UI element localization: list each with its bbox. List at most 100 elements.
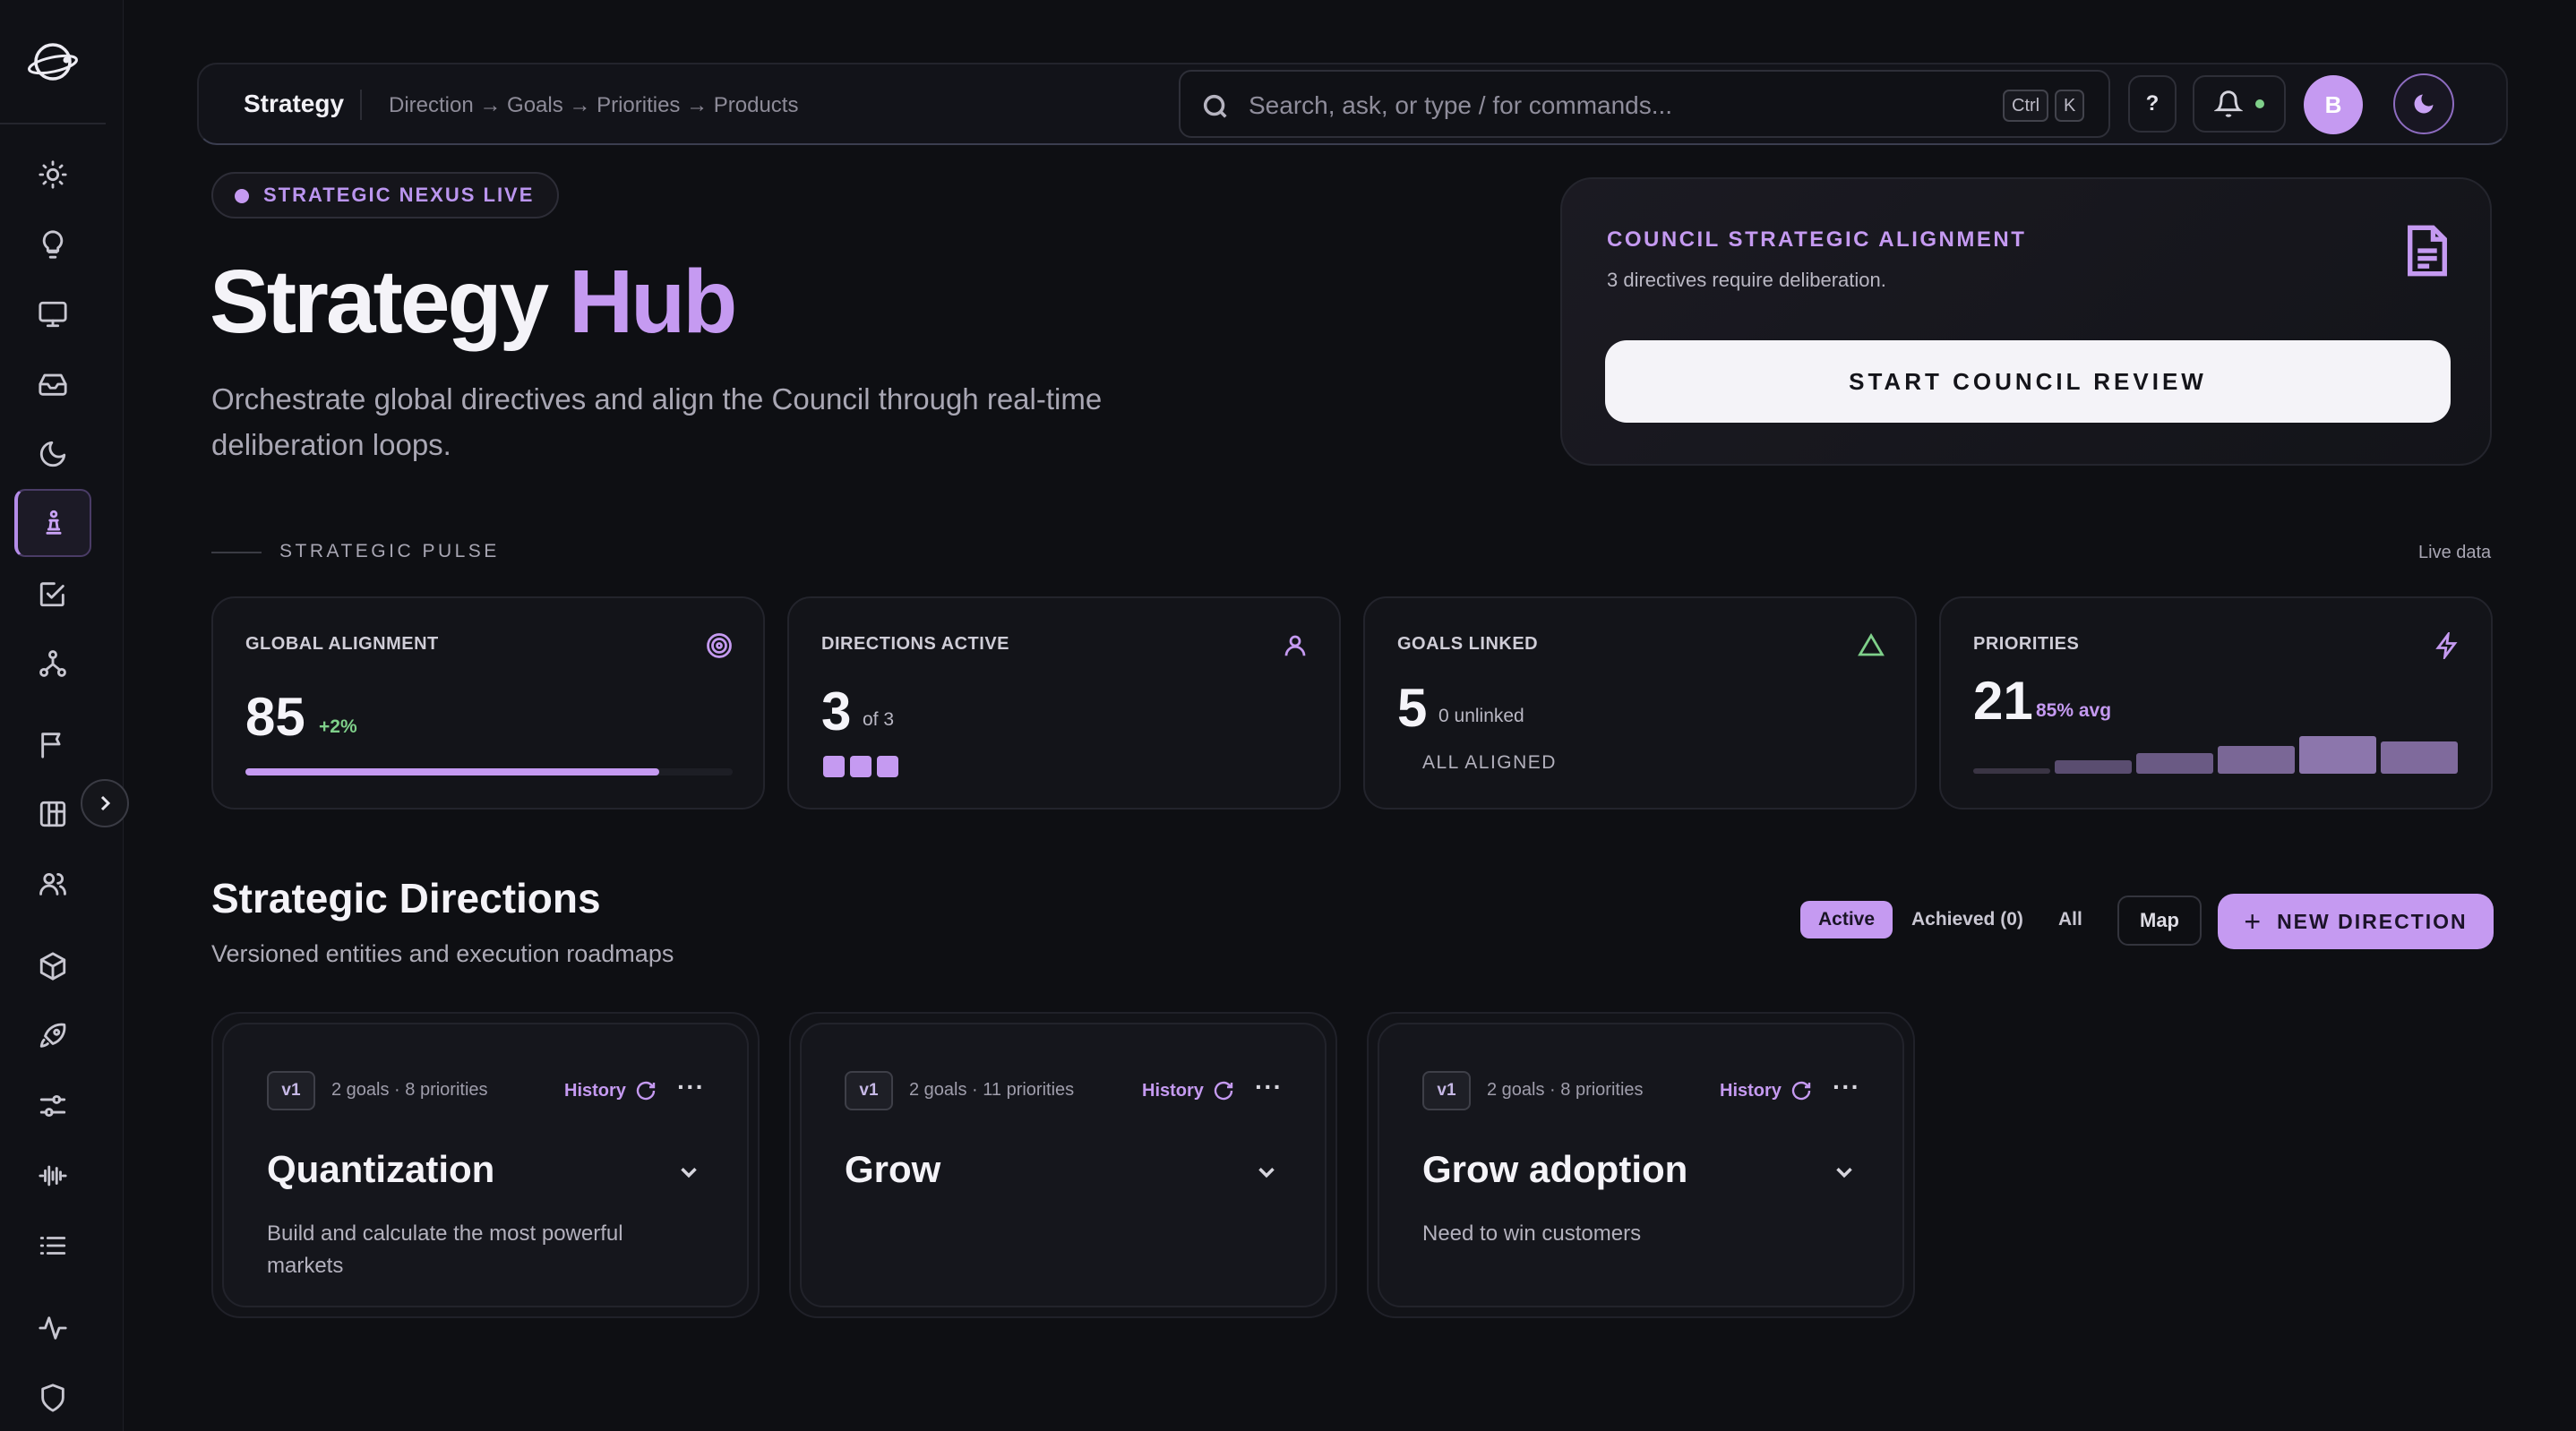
stat-value: 3 <box>821 681 852 741</box>
avatar[interactable]: B <box>2304 75 2363 134</box>
more-options-button[interactable]: ··· <box>1833 1073 1860 1101</box>
monitor-icon <box>39 301 67 328</box>
priorities-trend-bar <box>2381 741 2458 774</box>
theme-toggle-button[interactable] <box>2393 73 2454 134</box>
version-badge: v1 <box>845 1071 893 1110</box>
priorities-trend-bar <box>2055 760 2132 774</box>
stat-card-global-alignment: GLOBAL ALIGNMENT 85 +2% <box>211 596 765 810</box>
stat-sub: 85% avg <box>2036 700 2112 721</box>
council-title: COUNCIL STRATEGIC ALIGNMENT <box>1607 227 2027 252</box>
sidebar-item-strategy[interactable] <box>14 489 91 557</box>
sidebar-item-products[interactable] <box>32 946 73 987</box>
history-button[interactable]: History <box>1720 1080 1812 1101</box>
priorities-trend-bar <box>2299 736 2376 774</box>
sidebar-item-audio[interactable] <box>32 1155 73 1196</box>
flag-icon <box>41 733 61 758</box>
chevron-down-icon[interactable] <box>675 1159 702 1186</box>
direction-description: Build and calculate the most powerful ma… <box>267 1221 623 1278</box>
sidebar-item-night[interactable] <box>32 433 73 475</box>
bell-icon <box>2214 90 2243 117</box>
map-view-button[interactable]: Map <box>2117 895 2202 946</box>
chess-icon <box>46 510 62 535</box>
sidebar-item-activity[interactable] <box>32 1307 73 1349</box>
sidebar-item-network[interactable] <box>32 643 73 684</box>
version-badge: v1 <box>267 1071 315 1110</box>
search-icon <box>1203 94 1227 118</box>
strategic-pulse-label: STRATEGIC PULSE <box>279 541 500 561</box>
chevron-down-icon[interactable] <box>1831 1159 1858 1186</box>
stat-value: 21 <box>1973 671 2033 731</box>
sidebar-item-security[interactable] <box>32 1377 73 1418</box>
direction-indicator <box>850 756 872 777</box>
direction-card[interactable]: v1 2 goals · 8 priorities History ··· Qu… <box>211 1012 760 1318</box>
chevron-down-icon[interactable] <box>1253 1159 1280 1186</box>
list-icon <box>39 1237 66 1255</box>
filter-active[interactable]: Active <box>1800 901 1893 938</box>
start-council-review-button[interactable]: START COUNCIL REVIEW <box>1605 340 2451 423</box>
history-label: History <box>1142 1080 1204 1101</box>
version-badge: v1 <box>1422 1071 1471 1110</box>
direction-title: Grow adoption <box>1422 1148 1688 1190</box>
grid-icon <box>39 801 66 827</box>
triangle-icon <box>1858 633 1885 656</box>
stat-card-goals-linked: GOALS LINKED 5 0 unlinked ALL ALIGNED <box>1363 596 1917 810</box>
notifications-button[interactable] <box>2193 75 2286 133</box>
filter-achieved[interactable]: Achieved (0) <box>1893 901 2041 938</box>
sidebar-item-launch[interactable] <box>32 1015 73 1057</box>
moon-icon <box>39 441 66 467</box>
direction-meta: 2 goals · 8 priorities <box>331 1080 488 1100</box>
new-direction-button[interactable]: + NEW DIRECTION <box>2218 894 2494 949</box>
hero-title-accent: Hub <box>568 252 737 352</box>
sidebar-item-list[interactable] <box>32 1225 73 1266</box>
sidebar-item-monitor[interactable] <box>32 294 73 335</box>
sidebar-item-ideas[interactable] <box>32 224 73 265</box>
more-options-button[interactable]: ··· <box>677 1073 705 1101</box>
stat-note: ALL ALIGNED <box>1422 752 1557 773</box>
chevron-right-icon <box>100 795 111 811</box>
page-title: Strategy <box>244 90 345 117</box>
stat-label: GOALS LINKED <box>1397 634 1539 654</box>
waveform-icon <box>39 1165 67 1187</box>
history-button[interactable]: History <box>564 1080 657 1101</box>
stat-delta: +2% <box>319 716 357 737</box>
network-icon <box>39 650 66 677</box>
stat-value: 85 <box>245 687 305 747</box>
breadcrumb[interactable]: Direction → Goals → Priorities → Product… <box>389 93 798 118</box>
activity-icon <box>39 1316 67 1340</box>
sidebar-expand-button[interactable] <box>81 779 129 827</box>
shortcut-k-key: K <box>2055 90 2085 122</box>
search-placeholder: Search, ask, or type / for commands... <box>1249 91 1673 119</box>
sidebar-item-inbox[interactable] <box>32 364 73 405</box>
stat-card-directions-active: DIRECTIONS ACTIVE 3 of 3 <box>787 596 1341 810</box>
direction-meta: 2 goals · 8 priorities <box>1487 1080 1644 1100</box>
sidebar-item-tasks[interactable] <box>32 573 73 614</box>
section-title: Strategic Directions <box>211 875 601 921</box>
inbox-icon <box>39 373 67 396</box>
sidebar-item-flags[interactable] <box>32 724 73 765</box>
users-icon <box>39 872 66 895</box>
sidebar-item-board[interactable] <box>32 793 73 835</box>
document-icon <box>2408 225 2447 277</box>
checklist-icon <box>39 582 64 607</box>
shield-icon <box>41 1384 64 1412</box>
hero-title-main: Strategy <box>210 252 549 352</box>
filter-all[interactable]: All <box>2040 901 2100 938</box>
priorities-trend-bar <box>2136 752 2213 774</box>
search-input[interactable]: Search, ask, or type / for commands... C… <box>1179 70 2110 138</box>
logo-icon[interactable] <box>25 34 81 90</box>
direction-indicator <box>877 756 898 777</box>
history-button[interactable]: History <box>1142 1080 1234 1101</box>
live-status-badge: STRATEGIC NEXUS LIVE <box>211 172 560 219</box>
sidebar-item-dashboard[interactable] <box>32 154 73 195</box>
sidebar-item-team[interactable] <box>32 863 73 904</box>
direction-card[interactable]: v1 2 goals · 8 priorities History ··· Gr… <box>1367 1012 1915 1318</box>
refresh-icon <box>1791 1081 1811 1101</box>
help-button[interactable]: ? <box>2128 75 2177 133</box>
cube-icon <box>39 952 66 981</box>
more-options-button[interactable]: ··· <box>1255 1073 1283 1101</box>
stat-label: PRIORITIES <box>1973 634 2080 654</box>
hero-title: Strategy Hub <box>210 251 737 354</box>
sidebar-item-settings[interactable] <box>32 1085 73 1127</box>
direction-card-body: v1 2 goals · 11 priorities History ··· G… <box>800 1023 1327 1307</box>
direction-card[interactable]: v1 2 goals · 11 priorities History ··· G… <box>789 1012 1337 1318</box>
